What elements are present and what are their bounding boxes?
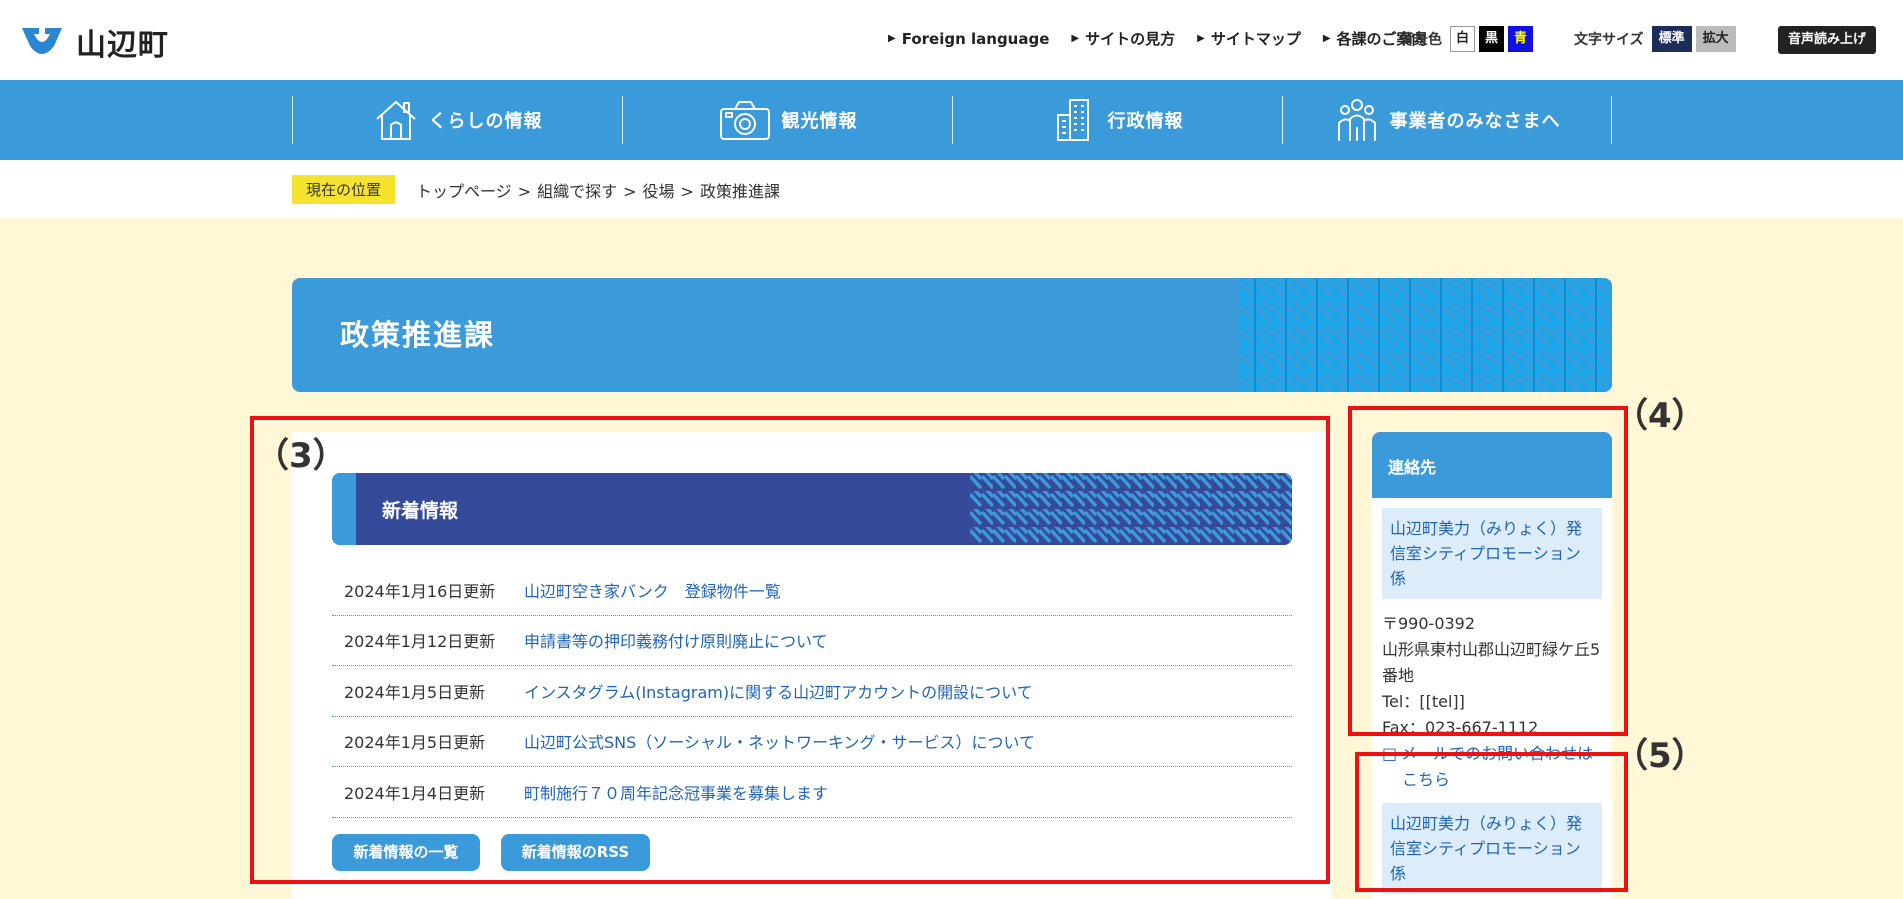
house-icon — [375, 100, 416, 140]
building-icon — [1056, 99, 1089, 141]
breadcrumb-path: トップページ > 組織で探す > 役場 > 政策推進課 — [416, 178, 780, 202]
bg-white-button[interactable]: 白 — [1450, 26, 1476, 52]
breadcrumb-separator: > — [680, 182, 694, 201]
background-color-label: 背景色 — [1400, 32, 1442, 48]
breadcrumb-link-office[interactable]: 役場 — [643, 182, 675, 201]
town-emblem-icon — [22, 28, 62, 54]
annotation-label-5: （5） — [1614, 736, 1706, 776]
nav-item-businesses[interactable]: 事業者のみなさまへ — [1282, 96, 1612, 144]
nav-item-label: 観光情報 — [781, 111, 858, 132]
annotation-box-4 — [1348, 406, 1628, 736]
page-title-banner: 政策推進課 — [292, 278, 1612, 392]
site-header: 山辺町 ▶ Foreign language ▶ サイトの見方 ▶ サイトマップ ▶ 各… — [0, 0, 1903, 80]
utility-link-label: サイトマップ — [1210, 30, 1301, 48]
annotation-label-3: （3） — [255, 436, 347, 476]
breadcrumb-separator: > — [517, 182, 532, 201]
bg-blue-button[interactable]: 青 — [1508, 26, 1534, 52]
annotation-box-5 — [1355, 752, 1628, 892]
nav-item-administration[interactable]: 行政情報 — [952, 96, 1282, 144]
nav-item-tourism[interactable]: 観光情報 — [622, 96, 952, 144]
nav-item-label: 行政情報 — [1107, 111, 1184, 132]
utility-nav: ▶ Foreign language ▶ サイトの見方 ▶ サイトマップ ▶ 各課のご案… — [888, 28, 1449, 49]
breadcrumb-current: 政策推進課 — [699, 182, 780, 201]
utility-link-label: Foreign language — [901, 29, 1050, 48]
font-large-button[interactable]: 拡大 — [1695, 26, 1736, 52]
camera-icon — [719, 101, 770, 140]
font-standard-button[interactable]: 標準 — [1651, 26, 1692, 52]
utility-link-foreign-language[interactable]: ▶ Foreign language — [888, 30, 1049, 48]
bg-black-button[interactable]: 黒 — [1479, 26, 1505, 52]
triangle-right-icon: ▶ — [1322, 33, 1331, 44]
utility-link-site-guide[interactable]: ▶ サイトの見方 — [1071, 28, 1175, 49]
annotation-label-4: （4） — [1614, 396, 1706, 436]
site-name: 山辺町 — [76, 28, 169, 63]
nav-item-living[interactable]: くらしの情報 — [292, 96, 622, 144]
utility-link-label: サイトの見方 — [1085, 30, 1176, 48]
triangle-right-icon: ▶ — [1197, 33, 1205, 44]
utility-link-sitemap[interactable]: ▶ サイトマップ — [1197, 28, 1301, 49]
font-size-switcher: 文字サイズ 標準 拡大 — [1574, 26, 1736, 52]
people-icon — [1337, 99, 1376, 141]
nav-item-label: くらしの情報 — [428, 111, 543, 132]
breadcrumb-label: 現在の位置 — [292, 175, 396, 204]
site-logo[interactable]: 山辺町 — [20, 20, 169, 64]
global-nav: くらしの情報 観光情報 行政情報 事業者のみなさまへ — [0, 80, 1903, 160]
background-color-switcher: 背景色 白 黒 青 — [1400, 26, 1534, 52]
nav-item-label: 事業者のみなさまへ — [1389, 111, 1561, 132]
decorative-pattern — [1240, 278, 1612, 392]
breadcrumb-separator: > — [623, 182, 637, 201]
triangle-right-icon: ▶ — [1071, 33, 1080, 44]
breadcrumb-link-top[interactable]: トップページ — [416, 182, 512, 201]
annotation-box-3 — [250, 416, 1330, 884]
voice-reader-button[interactable]: 音声読み上げ — [1778, 26, 1877, 54]
breadcrumb: 現在の位置 トップページ > 組織で探す > 役場 > 政策推進課 — [0, 160, 1903, 218]
breadcrumb-link-organization[interactable]: 組織で探す — [537, 182, 617, 201]
triangle-right-icon: ▶ — [888, 33, 896, 44]
page-title: 政策推進課 — [340, 318, 496, 352]
font-size-label: 文字サイズ — [1574, 32, 1644, 48]
